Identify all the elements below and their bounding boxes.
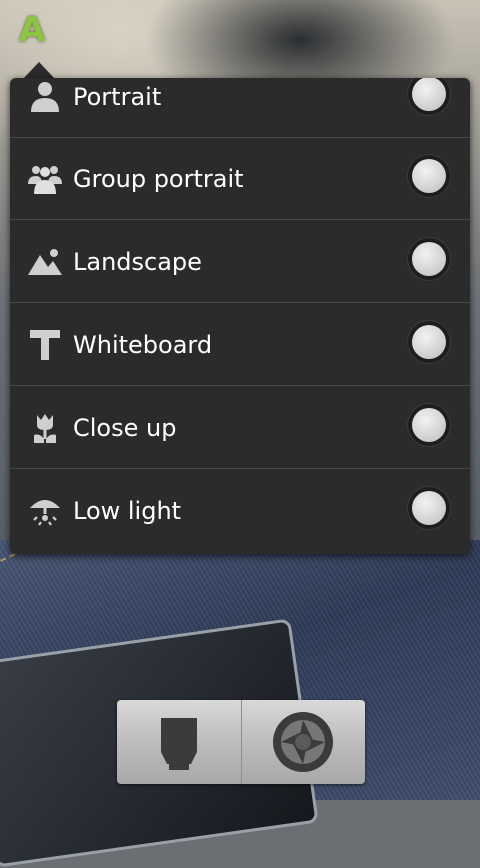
scene-item-portrait[interactable]: Portrait <box>10 78 470 138</box>
portrait-icon <box>31 82 59 112</box>
scene-item-low-light[interactable]: Low light <box>10 470 470 552</box>
scene-item-close-up[interactable]: Close up <box>10 387 470 469</box>
front-camera-icon <box>161 718 197 770</box>
scene-item-label: Group portrait <box>73 165 244 193</box>
scene-radio-group-portrait[interactable] <box>412 159 446 193</box>
front-camera-button[interactable] <box>117 700 242 784</box>
scene-radio-portrait[interactable] <box>412 78 446 111</box>
auto-scene-icon[interactable]: A <box>12 10 52 50</box>
scene-item-label: Portrait <box>73 83 162 111</box>
scene-radio-low-light[interactable] <box>412 491 446 525</box>
camera-controls <box>117 700 365 784</box>
scene-radio-close-up[interactable] <box>412 408 446 442</box>
scene-item-label: Close up <box>73 414 177 442</box>
scene-item-label: Landscape <box>73 248 202 276</box>
shutter-button[interactable] <box>241 700 365 784</box>
shutter-icon <box>273 712 333 772</box>
scene-radio-landscape[interactable] <box>412 242 446 276</box>
scene-item-landscape[interactable]: Landscape <box>10 221 470 303</box>
scene-mode-popup: Portrait Group portrait Landscape Whiteb… <box>10 78 470 554</box>
scene-radio-whiteboard[interactable] <box>412 325 446 359</box>
popup-pointer <box>23 62 55 79</box>
whiteboard-icon <box>30 330 60 360</box>
scene-item-group-portrait[interactable]: Group portrait <box>10 138 470 220</box>
scene-item-label: Whiteboard <box>73 331 213 359</box>
low-light-icon <box>30 500 60 526</box>
group-portrait-icon <box>28 166 62 194</box>
scene-item-label: Low light <box>73 497 182 525</box>
landscape-icon <box>28 249 62 275</box>
scene-item-whiteboard[interactable]: Whiteboard <box>10 304 470 386</box>
close-up-icon <box>34 414 56 443</box>
